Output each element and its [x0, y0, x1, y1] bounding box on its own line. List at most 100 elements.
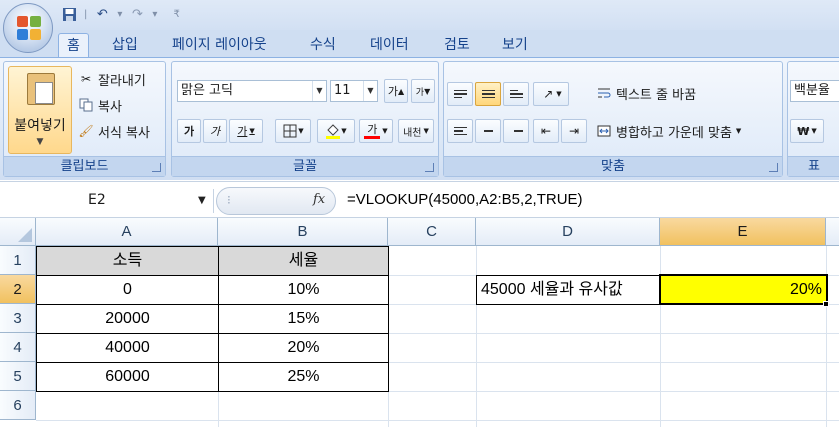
- column-header-b[interactable]: B: [218, 218, 388, 246]
- paste-icon: [27, 73, 55, 105]
- redo-dropdown-icon[interactable]: ▾: [152, 9, 157, 20]
- tab-insert[interactable]: 삽입: [104, 33, 146, 58]
- undo-dropdown-icon[interactable]: ▾: [117, 9, 122, 20]
- redo-icon[interactable]: ↷: [128, 5, 146, 23]
- column-header-f[interactable]: [826, 218, 839, 246]
- clipboard-group: 붙여넣기 ▼ ✂ 잘라내기 복사 🖌 서식 복사 클립보드: [3, 61, 166, 177]
- fill-handle[interactable]: [823, 301, 829, 307]
- name-box[interactable]: E2 ▼: [0, 189, 214, 213]
- font-color-swatch: [364, 135, 381, 139]
- underline-label: 가: [237, 125, 248, 138]
- select-all-button[interactable]: [0, 218, 36, 246]
- cut-label: 잘라내기: [98, 73, 146, 89]
- tab-view[interactable]: 보기: [494, 33, 536, 58]
- merge-center-button[interactable]: 병합하고 가운데 맞춤 ▼: [596, 120, 741, 142]
- chevron-down-icon[interactable]: ▼: [198, 195, 206, 206]
- font-name-combo[interactable]: 맑은 고딕 ▼: [177, 80, 327, 102]
- align-middle-button[interactable]: [475, 82, 501, 106]
- cell-b3[interactable]: 15%: [218, 304, 389, 334]
- row-header-3[interactable]: 3: [0, 304, 36, 333]
- number-format-combo[interactable]: 백분율: [790, 80, 839, 102]
- save-icon[interactable]: [60, 5, 78, 23]
- tab-home[interactable]: 홈: [58, 33, 89, 58]
- column-header-e[interactable]: E: [660, 218, 826, 246]
- formula-input[interactable]: =VLOOKUP(45000,A2:B5,2,TRUE): [347, 191, 583, 208]
- chevron-down-icon[interactable]: ▼: [312, 81, 326, 101]
- font-size-value: 11: [334, 83, 351, 98]
- cell-a4[interactable]: 40000: [36, 333, 219, 363]
- chevron-down-icon[interactable]: ▼: [736, 127, 741, 135]
- cell-b1[interactable]: 세율: [218, 246, 389, 276]
- orientation-icon: ↗: [543, 87, 554, 101]
- row-header-1[interactable]: 1: [0, 246, 36, 275]
- font-color-button[interactable]: 가 ▼: [359, 119, 393, 143]
- wrap-text-label: 텍스트 줄 바꿈: [616, 87, 697, 103]
- cell-a3[interactable]: 20000: [36, 304, 219, 334]
- underline-button[interactable]: 가 ▼: [229, 119, 263, 143]
- cell-a1[interactable]: 소득: [36, 246, 219, 276]
- clipboard-launcher-icon[interactable]: [152, 163, 161, 172]
- wrap-text-icon: [596, 85, 612, 101]
- cell-b5[interactable]: 25%: [218, 362, 389, 392]
- cell-b2[interactable]: 10%: [218, 275, 389, 305]
- name-box-value: E2: [88, 192, 106, 208]
- gridline: [36, 420, 839, 421]
- align-right-button[interactable]: [503, 119, 529, 143]
- font-size-combo[interactable]: 11 ▼: [330, 80, 378, 102]
- italic-button[interactable]: 가: [203, 119, 227, 143]
- cell-a2[interactable]: 0: [36, 275, 219, 305]
- align-top-button[interactable]: [447, 82, 473, 106]
- align-left-button[interactable]: [447, 119, 473, 143]
- shrink-font-button[interactable]: 가 ▼: [411, 79, 435, 103]
- office-button[interactable]: [3, 3, 53, 53]
- customize-qat-icon[interactable]: ₹: [173, 9, 179, 20]
- cell-b4[interactable]: 20%: [218, 333, 389, 363]
- increase-indent-button[interactable]: ⇥: [561, 119, 587, 143]
- wrap-text-button[interactable]: 텍스트 줄 바꿈: [596, 82, 696, 104]
- row-header-4[interactable]: 4: [0, 333, 36, 362]
- number-group: 백분율 ₩ ▼ 표: [787, 61, 839, 177]
- currency-button[interactable]: ₩ ▼: [790, 119, 824, 143]
- row-header-6[interactable]: 6: [0, 391, 36, 420]
- grow-font-label: 가: [387, 85, 398, 98]
- cut-button[interactable]: ✂ 잘라내기: [78, 68, 146, 90]
- fill-color-button[interactable]: ▼: [317, 119, 355, 143]
- number-group-label: 표: [788, 156, 839, 176]
- ribbon-tabs: 홈 삽입 페이지 레이아웃 수식 데이터 검토 보기: [0, 30, 839, 58]
- cell-d2[interactable]: 45000 세율과 유사값: [476, 275, 661, 305]
- tab-review[interactable]: 검토: [436, 33, 478, 58]
- paint-bucket-icon: [325, 123, 341, 139]
- font-group: 맑은 고딕 ▼ 11 ▼ 가 ▲ 가 ▼ 가 가 가 ▼ ▼ ▼ 가 ▼ 내천 …: [171, 61, 439, 177]
- cell-a5[interactable]: 60000: [36, 362, 219, 392]
- cell-e2[interactable]: 20%: [659, 274, 828, 305]
- tab-page-layout[interactable]: 페이지 레이아웃: [164, 33, 275, 58]
- tab-data[interactable]: 데이터: [362, 33, 417, 58]
- border-button[interactable]: ▼: [275, 119, 311, 143]
- format-painter-button[interactable]: 🖌 서식 복사: [78, 120, 150, 142]
- alignment-launcher-icon[interactable]: [769, 163, 778, 172]
- quick-access-toolbar: | ↶ ▾ ↷ ▾ ₹: [60, 5, 180, 23]
- orientation-button[interactable]: ↗ ▼: [533, 82, 569, 106]
- row-header-2[interactable]: 2: [0, 275, 36, 304]
- grow-font-button[interactable]: 가 ▲: [384, 79, 408, 103]
- phonetic-button[interactable]: 내천 ▼: [398, 119, 434, 143]
- insert-function-icon[interactable]: fx: [313, 192, 325, 207]
- decrease-indent-button[interactable]: ⇤: [533, 119, 559, 143]
- column-header-a[interactable]: A: [36, 218, 218, 246]
- tab-formulas[interactable]: 수식: [302, 33, 344, 58]
- bold-button[interactable]: 가: [177, 119, 201, 143]
- align-center-button[interactable]: [475, 119, 501, 143]
- align-bottom-button[interactable]: [503, 82, 529, 106]
- undo-icon[interactable]: ↶: [93, 5, 111, 23]
- chevron-down-icon[interactable]: ▼: [363, 81, 377, 101]
- formula-bar: E2 ▼ ⁝ fx =VLOOKUP(45000,A2:B5,2,TRUE): [0, 181, 839, 218]
- formula-buttons: ⁝ fx: [216, 187, 336, 215]
- column-header-d[interactable]: D: [476, 218, 660, 246]
- column-header-c[interactable]: C: [388, 218, 476, 246]
- paste-button[interactable]: 붙여넣기 ▼: [8, 66, 72, 154]
- copy-button[interactable]: 복사: [78, 94, 122, 116]
- resize-grip-icon[interactable]: ⁝: [227, 193, 231, 207]
- font-launcher-icon[interactable]: [425, 163, 434, 172]
- paste-dropdown-icon: ▼: [36, 137, 44, 147]
- row-header-5[interactable]: 5: [0, 362, 36, 391]
